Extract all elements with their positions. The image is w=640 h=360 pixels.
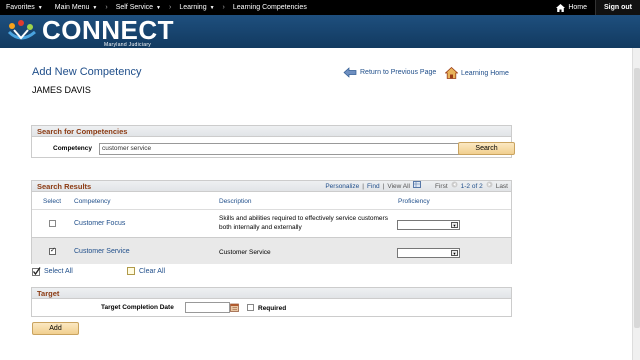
dropdown-arrow-icon: ▼ xyxy=(451,250,458,256)
proficiency-select[interactable]: ▼ xyxy=(397,220,460,230)
proficiency-select[interactable]: ▼ xyxy=(397,248,460,258)
user-name: JAMES DAVIS xyxy=(32,85,91,95)
house-icon xyxy=(445,67,458,79)
clear-all-link[interactable]: Clear All xyxy=(127,267,165,276)
logo-title: CONNECT xyxy=(42,15,175,45)
top-nav-bar: Favorites ▼ Main Menu ▼ › Self Service ▼… xyxy=(0,0,640,15)
results-section-header: Search Results Personalize | Find | View… xyxy=(32,181,511,192)
return-to-previous-page-link[interactable]: Return to Previous Page xyxy=(343,67,436,78)
vertical-scrollbar[interactable] xyxy=(632,48,640,360)
breadcrumb-separator: › xyxy=(222,4,225,11)
page-title: Add New Competency xyxy=(32,66,142,78)
required-label: Required xyxy=(258,305,287,312)
breadcrumb-learning[interactable]: Learning ▼ xyxy=(173,0,220,15)
breadcrumb-separator: › xyxy=(105,4,108,11)
checkmark-icon: ✓ xyxy=(50,247,56,254)
search-row: Competency customer service xyxy=(32,143,511,155)
divider: | xyxy=(382,183,385,190)
calendar-icon[interactable] xyxy=(230,303,239,312)
breadcrumb-label: Self Service xyxy=(115,4,154,11)
view-all-link[interactable]: View All xyxy=(387,181,410,192)
sign-out-button[interactable]: Sign out xyxy=(595,0,640,15)
favorites-label: Favorites xyxy=(6,4,35,11)
target-section-header: Target xyxy=(32,288,511,299)
main-menu-label: Main Menu xyxy=(54,4,90,11)
sign-out-label: Sign out xyxy=(604,4,632,11)
first-label: First xyxy=(435,183,448,190)
home-label: Home xyxy=(568,4,587,11)
dropdown-arrow-icon: ▼ xyxy=(451,222,458,228)
chevron-down-icon: ▼ xyxy=(156,4,161,11)
column-header-competency: Competency xyxy=(74,198,111,205)
column-header-description: Description xyxy=(219,198,252,205)
competency-search-input[interactable]: customer service xyxy=(99,143,491,155)
personalize-link[interactable]: Personalize xyxy=(325,181,359,192)
target-completion-date-label: Target Completion Date xyxy=(101,304,174,311)
search-results-section: Search Results Personalize | Find | View… xyxy=(31,180,512,264)
header-banner: CONNECT Maryland Judiciary xyxy=(0,15,640,48)
scrollbar-thumb[interactable] xyxy=(634,68,640,328)
select-all-label: Select All xyxy=(44,268,73,275)
competency-description: Skills and abilities required to effecti… xyxy=(219,215,388,231)
select-all-checkbox-icon xyxy=(32,267,41,276)
search-button[interactable]: Search xyxy=(458,142,515,155)
connect-logo-icon xyxy=(7,20,36,40)
target-section: Target Target Completion Date Required xyxy=(31,287,512,317)
home-link[interactable]: Home xyxy=(548,3,595,12)
chevron-down-icon: ▼ xyxy=(92,4,98,11)
chevron-down-icon: ▼ xyxy=(209,4,215,11)
grid-navigation: Personalize | Find | View All First 1-2 … xyxy=(322,181,508,192)
clear-all-label: Clear All xyxy=(139,268,166,275)
divider: | xyxy=(362,183,364,190)
next-icon[interactable] xyxy=(486,181,493,192)
grid-view-icon[interactable] xyxy=(413,181,422,192)
column-header-proficiency: Proficiency xyxy=(398,198,430,205)
logo-subtitle: Maryland Judiciary xyxy=(104,42,152,48)
chevron-down-icon: ▼ xyxy=(37,4,43,11)
home-icon xyxy=(556,3,566,12)
target-row: Target Completion Date Required xyxy=(32,302,511,314)
find-link[interactable]: Find xyxy=(367,181,380,192)
competency-description: Customer Service xyxy=(219,249,271,256)
results-header-label: Search Results xyxy=(37,182,92,191)
learning-home-link[interactable]: Learning Home xyxy=(445,67,509,79)
range-label: 1-2 of 2 xyxy=(460,183,483,190)
add-button[interactable]: Add xyxy=(32,322,79,335)
breadcrumb-label: Learning Competencies xyxy=(232,4,307,11)
row-select-checkbox[interactable]: ✓ xyxy=(49,247,56,255)
return-arrow-icon xyxy=(343,67,357,78)
row-select-checkbox[interactable] xyxy=(49,220,56,227)
learning-home-label: Learning Home xyxy=(461,69,509,77)
required-checkbox[interactable] xyxy=(247,304,254,311)
breadcrumb-label: Learning xyxy=(179,4,207,11)
target-completion-date-input[interactable] xyxy=(185,302,230,313)
search-section: Search for Competencies Competency custo… xyxy=(31,125,512,158)
column-header-select: Select xyxy=(43,198,62,205)
favorites-menu[interactable]: Favorites ▼ xyxy=(0,0,49,15)
breadcrumb-separator: › xyxy=(169,4,172,11)
clear-all-checkbox-icon xyxy=(127,267,135,275)
competency-link[interactable]: Customer Service xyxy=(74,248,130,255)
return-link-label: Return to Previous Page xyxy=(360,69,437,76)
table-row: ✓ Customer Service Customer Service ▼ xyxy=(32,237,511,264)
competency-label: Competency xyxy=(53,145,93,152)
previous-icon[interactable] xyxy=(451,181,458,192)
table-row: Customer Focus Skills and abilities requ… xyxy=(32,209,511,236)
select-all-link[interactable]: Select All xyxy=(32,267,73,276)
search-section-header: Search for Competencies xyxy=(32,126,511,137)
main-menu[interactable]: Main Menu ▼ xyxy=(49,0,104,15)
last-label: Last xyxy=(495,183,508,190)
breadcrumb-self-service[interactable]: Self Service ▼ xyxy=(110,0,167,15)
competency-link[interactable]: Customer Focus xyxy=(74,220,125,227)
breadcrumb-learning-competencies[interactable]: Learning Competencies xyxy=(227,0,313,15)
